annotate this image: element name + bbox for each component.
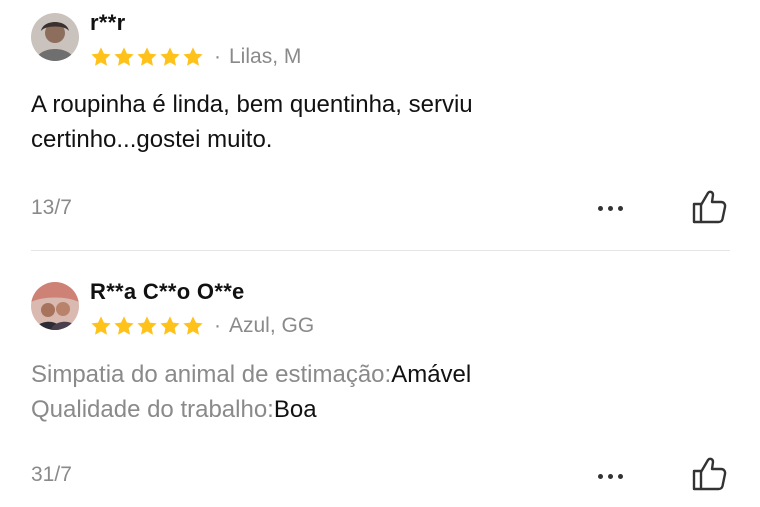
more-options-button[interactable] <box>590 198 630 218</box>
more-dot <box>617 205 623 211</box>
more-dot <box>617 473 623 479</box>
star-icon <box>183 47 203 66</box>
review-card: r**r · Lilas, M A roupinha é linda, bem q… <box>0 0 760 250</box>
star-icon <box>114 316 134 335</box>
variant-label: Lilas, M <box>229 45 302 68</box>
star-icon <box>91 47 111 66</box>
like-button[interactable] <box>690 188 728 226</box>
star-icon <box>114 47 134 66</box>
star-icon <box>137 47 157 66</box>
attribute-value: Amável <box>391 361 472 388</box>
review-date: 31/7 <box>31 463 72 486</box>
user-photo-icon <box>31 13 79 61</box>
thumbs-up-icon <box>692 457 727 491</box>
review-divider <box>31 250 730 251</box>
attribute-label: Qualidade do trabalho: <box>31 396 274 423</box>
star-icon <box>91 316 111 335</box>
variant-label: Azul, GG <box>229 314 315 337</box>
more-dot <box>607 473 613 479</box>
reviewer-name: r**r <box>90 10 126 35</box>
review-attributes: Simpatia do animal de estimação:Amável Q… <box>31 357 591 427</box>
separator-dot: · <box>214 45 221 68</box>
attribute-row: Simpatia do animal de estimação:Amável <box>31 357 591 392</box>
star-icon <box>137 316 157 335</box>
review-card: R**a C**o O**e · Azul, GG Simpatia do ani… <box>0 252 760 507</box>
review-text: A roupinha é linda, bem quentinha, servi… <box>31 91 473 153</box>
star-icon <box>183 316 203 335</box>
star-rating <box>90 315 204 337</box>
separator-dot: · <box>214 314 221 337</box>
attribute-row: Qualidade do trabalho:Boa <box>31 392 591 427</box>
user-photo-icon <box>31 282 79 330</box>
more-horizontal-icon <box>597 205 603 211</box>
more-dot <box>607 205 613 211</box>
avatar[interactable] <box>31 282 79 330</box>
star-icon <box>160 316 180 335</box>
thumbs-up-icon <box>692 190 727 224</box>
more-options-button[interactable] <box>590 466 630 486</box>
review-date: 13/7 <box>31 196 72 219</box>
attribute-label: Simpatia do animal de estimação: <box>31 361 392 388</box>
like-button[interactable] <box>690 455 728 493</box>
more-horizontal-icon <box>597 473 603 479</box>
reviewer-name: R**a C**o O**e <box>90 279 245 304</box>
attribute-value: Boa <box>273 396 317 423</box>
avatar[interactable] <box>31 13 79 61</box>
variant-info: · Azul, GG <box>214 314 314 338</box>
variant-info: · Lilas, M <box>214 45 301 69</box>
star-icon <box>160 47 180 66</box>
star-rating <box>90 46 204 68</box>
